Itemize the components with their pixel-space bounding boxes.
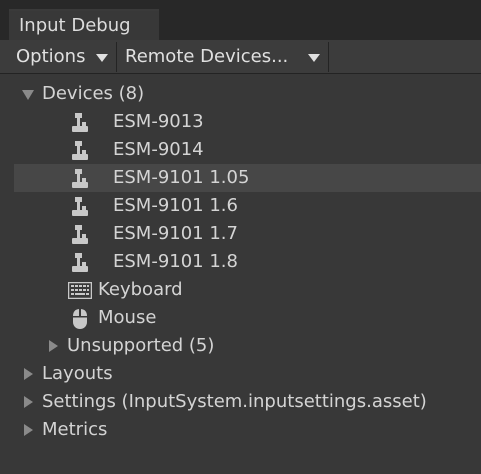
options-label: Options [16,46,86,67]
tree-item-device-selected[interactable]: ESM-9101 1.05 [14,164,481,192]
tree-item-label: Mouse [98,307,157,328]
expand-arrow-icon[interactable] [24,424,33,436]
remote-devices-label: Remote Devices... [125,46,289,67]
tree-item-keyboard[interactable]: Keyboard [14,276,474,304]
tree-item-label: ESM-9101 1.05 [113,167,250,188]
tree-item-label: ESM-9014 [113,139,204,160]
tree-item-metrics[interactable]: Metrics [14,416,474,444]
tree-item-layouts[interactable]: Layouts [14,360,474,388]
tree-item-label: Keyboard [98,279,183,300]
remote-devices-dropdown[interactable]: Remote Devices... [118,42,329,72]
tree-item-label: Settings (InputSystem.inputsettings.asse… [42,391,427,412]
keyboard-icon [68,282,92,299]
expand-arrow-icon[interactable] [49,340,58,352]
tree-item-label: Layouts [42,363,113,384]
tree-item-label: ESM-9101 1.7 [113,223,238,244]
joystick-icon [72,253,88,272]
joystick-icon [72,113,88,132]
tree-item-mouse[interactable]: Mouse [14,304,474,332]
tree-item-device[interactable]: ESM-9013 [14,108,474,136]
tree-item-device[interactable]: ESM-9101 1.6 [14,192,474,220]
tree-item-label: Metrics [42,419,108,440]
tree-item-label: ESM-9013 [113,111,204,132]
options-dropdown[interactable]: Options [9,42,117,72]
joystick-icon [72,225,88,244]
tree-item-device[interactable]: ESM-9101 1.7 [14,220,474,248]
tab-bar: Input Debug [0,0,481,40]
tree-item-label: Devices (8) [42,83,145,104]
toolbar: Options Remote Devices... [0,40,481,74]
tree-item-label: ESM-9101 1.6 [113,195,238,216]
joystick-icon [72,197,88,216]
expand-arrow-icon[interactable] [22,90,34,100]
tree-item-label: Unsupported (5) [67,335,215,356]
joystick-icon [72,169,88,188]
expand-arrow-icon[interactable] [24,396,33,408]
joystick-icon [72,141,88,160]
expand-arrow-icon[interactable] [24,368,33,380]
input-debug-window: Input Debug Options Remote Devices... De… [0,0,481,474]
tree-item-device[interactable]: ESM-9101 1.8 [14,248,474,276]
tree-item-device[interactable]: ESM-9014 [14,136,474,164]
tab-input-debug[interactable]: Input Debug [9,9,159,40]
mouse-icon [73,309,87,329]
tree-item-devices[interactable]: Devices (8) [14,80,474,108]
chevron-down-icon [96,54,108,62]
chevron-down-icon [308,54,320,62]
tree-item-label: ESM-9101 1.8 [113,251,238,272]
tree-item-settings[interactable]: Settings (InputSystem.inputsettings.asse… [14,388,474,416]
tree-item-unsupported[interactable]: Unsupported (5) [14,332,474,360]
